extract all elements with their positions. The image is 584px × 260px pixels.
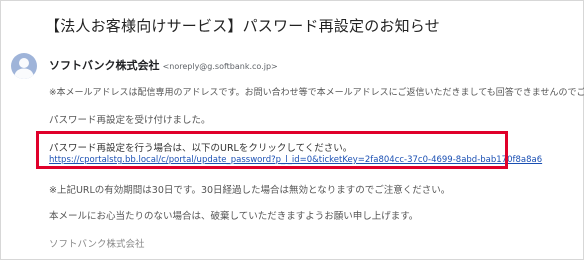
sender-info: ソフトバンク株式会社 <noreply@g.softbank.co.jp>	[49, 54, 278, 73]
highlight-box	[36, 131, 508, 169]
ignore-text: 本メールにお心当たりのない場合は、破棄していただきますようお願い申し上げます。	[49, 211, 419, 222]
received-text: パスワード再設定を受け付けました。	[49, 115, 211, 126]
signature-text: ソフトバンク株式会社	[49, 239, 145, 250]
sender-avatar	[11, 53, 37, 79]
email-subject: 【法人お客様向けサービス】パスワード再設定のお知らせ	[45, 17, 440, 35]
sender-name: ソフトバンク株式会社	[49, 59, 160, 72]
email-window: 【法人お客様向けサービス】パスワード再設定のお知らせ ソフトバンク株式会社 <no…	[0, 0, 584, 260]
sender-address: <noreply@g.softbank.co.jp>	[162, 62, 278, 71]
expiry-text: ※上記URLの有効期間は30日です。30日経過した場合は無効となりますのでご注意…	[49, 185, 451, 196]
person-icon	[14, 58, 34, 79]
notice-text: ※本メールアドレスは配信専用のアドレスです。お問い合わせ等で本メールアドレスにご…	[49, 88, 584, 98]
